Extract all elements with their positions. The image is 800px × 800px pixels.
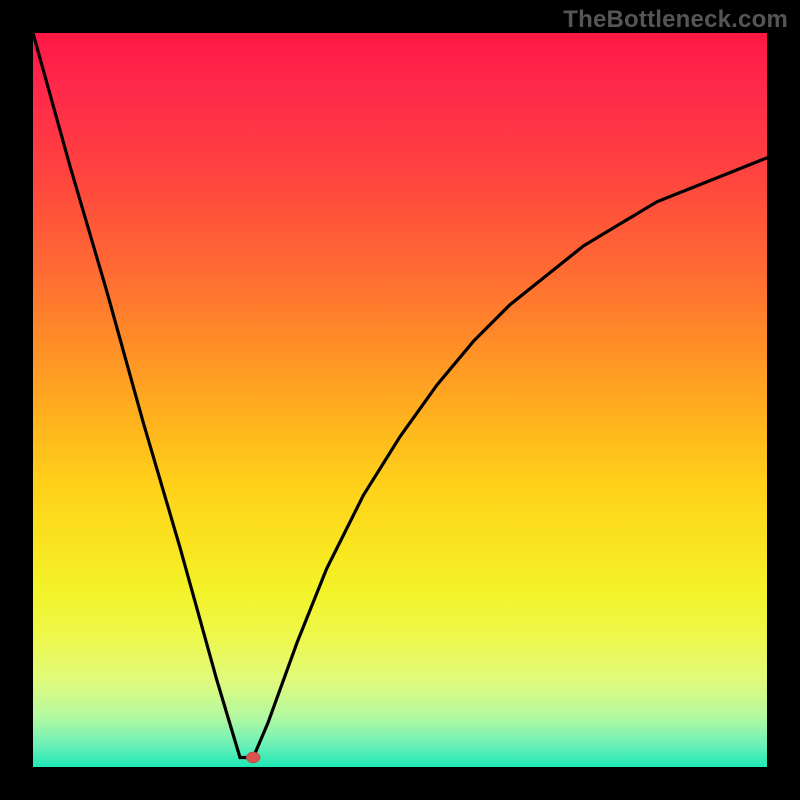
- watermark-text: TheBottleneck.com: [563, 6, 788, 34]
- chart-svg: [33, 33, 767, 767]
- chart-frame: TheBottleneck.com: [0, 0, 800, 800]
- marker-dot: [246, 752, 260, 763]
- curve-path: [33, 33, 767, 758]
- plot-area: [33, 33, 767, 767]
